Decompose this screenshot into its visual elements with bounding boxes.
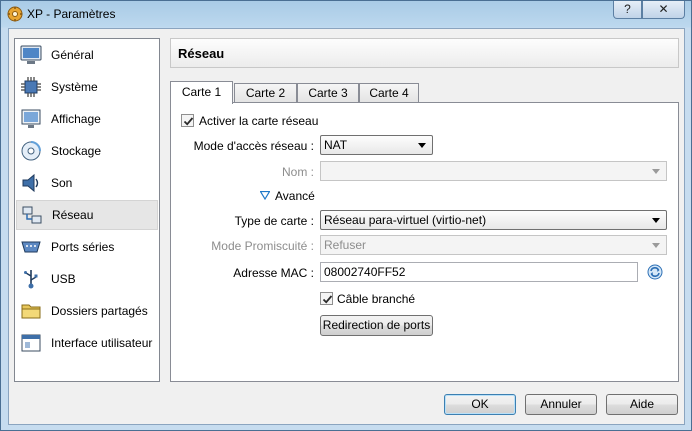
sidebar-item-display[interactable]: Affichage [16, 104, 158, 134]
checkmark-icon [322, 295, 333, 304]
sidebar-item-label: Affichage [51, 112, 101, 126]
chevron-down-icon [652, 169, 660, 174]
chevron-down-icon [652, 218, 660, 223]
sidebar-item-storage[interactable]: Stockage [16, 136, 158, 166]
tab-adapter-1[interactable]: Carte 1 [170, 81, 233, 104]
ui-window-icon [21, 334, 41, 352]
help-title-button[interactable]: ? [613, 1, 642, 19]
adapter-type-value: Réseau para-virtuel (virtio-net) [324, 213, 487, 227]
sidebar-item-audio[interactable]: Son [16, 168, 158, 198]
advanced-toggle-label[interactable]: Avancé [275, 189, 315, 203]
mac-address-label: Adresse MAC : [233, 266, 314, 280]
cable-connected-label: Câble branché [337, 292, 416, 306]
network-icon [22, 206, 42, 224]
attached-to-select[interactable]: NAT [320, 135, 433, 155]
sidebar-item-label: Réseau [52, 208, 94, 222]
sidebar-item-user-interface[interactable]: Interface utilisateur [16, 328, 158, 358]
enable-adapter-checkbox[interactable] [181, 114, 194, 127]
sidebar-item-label: Ports séries [51, 240, 115, 254]
usb-icon [24, 270, 38, 289]
sidebar-item-label: Général [51, 48, 94, 62]
sidebar-item-serial-ports[interactable]: Ports séries [16, 232, 158, 262]
port-forwarding-button[interactable]: Redirection de ports [320, 315, 433, 336]
chevron-down-icon [652, 243, 660, 248]
sidebar-item-network[interactable]: Réseau [16, 200, 158, 230]
page-title: Réseau [178, 46, 225, 61]
ok-button[interactable]: OK [444, 394, 516, 415]
cancel-button[interactable]: Annuler [525, 394, 597, 415]
sidebar-item-label: Interface utilisateur [51, 336, 153, 350]
mac-address-input[interactable]: 08002740FF52 [320, 262, 638, 282]
sidebar-item-label: Système [51, 80, 98, 94]
sidebar-item-usb[interactable]: USB [16, 264, 158, 294]
folder-icon [21, 304, 41, 319]
virtualbox-app-icon [7, 6, 23, 22]
display-icon [21, 109, 41, 128]
attached-to-label: Mode d'accès réseau : [193, 139, 314, 153]
adapter-tab-content: Activer la carte réseau Mode d'accès rés… [170, 102, 679, 382]
help-button[interactable]: Aide [606, 394, 678, 415]
sidebar-item-system[interactable]: Système [16, 72, 158, 102]
sidebar-item-label: Dossiers partagés [51, 304, 148, 318]
sidebar-item-shared-folders[interactable]: Dossiers partagés [16, 296, 158, 326]
disc-icon [21, 141, 41, 161]
promiscuous-mode-value: Refuser [324, 238, 367, 252]
speaker-icon [22, 173, 39, 193]
dialog-client-area: Général Système Affichage Stockage Son R… [8, 28, 685, 425]
checkmark-icon [183, 117, 194, 126]
settings-window: XP - Paramètres ? ✕ Général Système Affi… [0, 0, 692, 431]
adapter-type-select[interactable]: Réseau para-virtuel (virtio-net) [320, 210, 667, 230]
close-title-button[interactable]: ✕ [642, 1, 685, 19]
refresh-mac-icon[interactable] [647, 264, 663, 280]
attached-to-value: NAT [324, 138, 348, 152]
page-header: Réseau [170, 38, 679, 68]
sidebar-item-general[interactable]: Général [16, 40, 158, 70]
expand-triangle-icon[interactable] [260, 191, 270, 200]
adapter-type-label: Type de carte : [234, 214, 314, 228]
sidebar-item-label: Son [51, 176, 73, 190]
name-label: Nom : [281, 165, 314, 179]
tab-adapter-2[interactable]: Carte 2 [234, 83, 297, 103]
title-bar[interactable]: XP - Paramètres ? ✕ [1, 1, 691, 28]
mac-address-value: 08002740FF52 [324, 265, 406, 279]
chip-icon [21, 77, 41, 97]
promiscuous-mode-select[interactable]: Refuser [320, 235, 667, 255]
name-select[interactable] [320, 161, 667, 181]
cable-connected-checkbox[interactable] [320, 292, 333, 305]
window-title: XP - Paramètres [27, 7, 116, 21]
serial-port-icon [21, 241, 41, 253]
chevron-down-icon [418, 143, 426, 148]
promiscuous-mode-label: Mode Promiscuité : [211, 239, 314, 253]
monitor-icon [20, 45, 42, 64]
adapter-tab-bar: Carte 1 Carte 2 Carte 3 Carte 4 [170, 81, 679, 104]
tab-adapter-3[interactable]: Carte 3 [297, 83, 359, 103]
tab-adapter-4[interactable]: Carte 4 [359, 83, 419, 103]
sidebar-item-label: Stockage [51, 144, 102, 158]
settings-sidebar: Général Système Affichage Stockage Son R… [14, 38, 160, 382]
sidebar-item-label: USB [51, 272, 76, 286]
enable-adapter-label: Activer la carte réseau [199, 114, 319, 128]
